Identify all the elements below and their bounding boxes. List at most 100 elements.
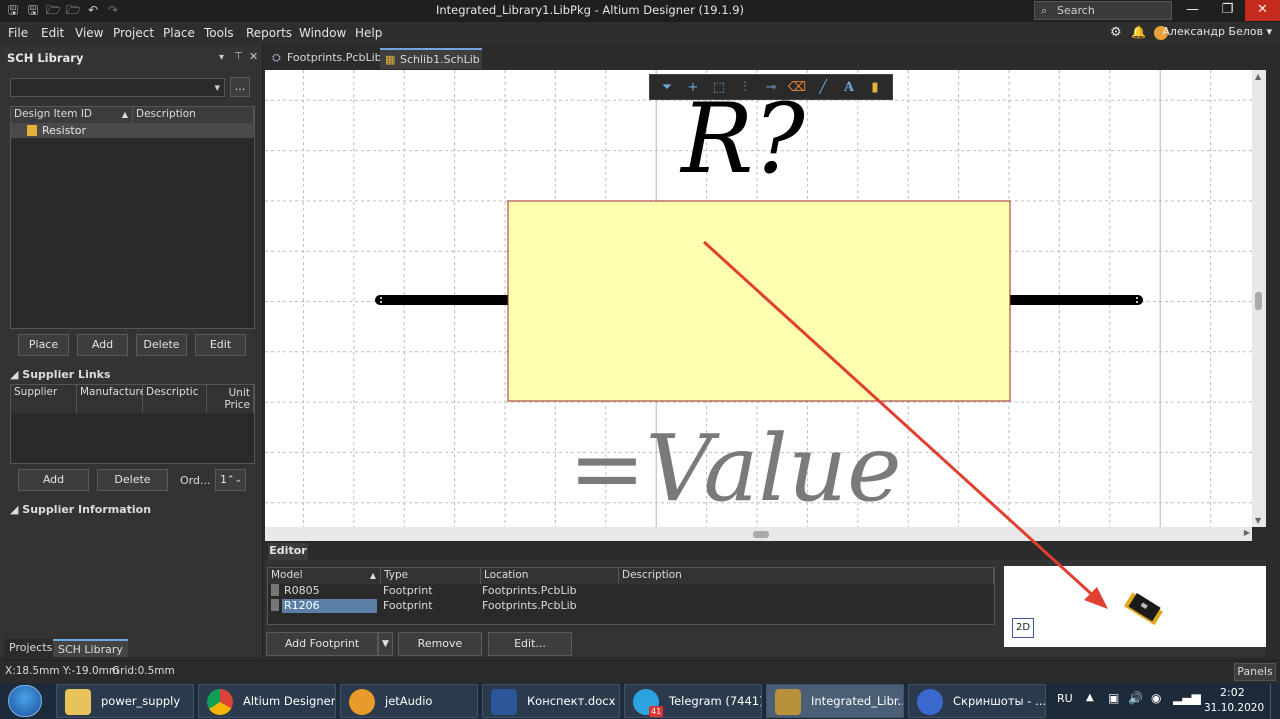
tab-schlib[interactable]: ▦ Schlib1.SchLib * [380,48,482,86]
menu-bar: File Edit View Project Place Tools Repor… [0,22,1280,44]
add-footprint-dropdown[interactable]: ▼ [378,632,393,656]
scroll-thumb[interactable] [1255,292,1262,310]
taskbar-app-word[interactable]: Конспект.docx ... [482,684,620,718]
order-stepper[interactable]: 1 ⌃⌄ [215,469,246,491]
add-footprint-button[interactable]: Add Footprint [266,632,378,656]
column-unit-price[interactable]: Unit Price [207,385,254,413]
notification-bell-icon[interactable]: 🔔 [1131,25,1146,39]
scroll-up-icon[interactable]: ▲ [1255,72,1261,81]
column-supplier[interactable]: Supplier [11,385,77,413]
column-manufacturer[interactable]: Manufacture [77,385,146,413]
align-icon[interactable]: ⫶ [732,80,758,95]
search-input[interactable]: ⌕ Search [1034,1,1172,20]
tray-device-icon[interactable]: ▣ [1108,691,1119,705]
pin-icon[interactable]: ⊤ [234,51,243,62]
language-indicator[interactable]: RU [1057,692,1073,705]
place-button[interactable]: Place [18,334,69,356]
filter-icon[interactable]: ⏷ [654,80,680,95]
add-button[interactable]: Add [77,334,128,356]
user-menu[interactable]: Александр Белов ▾ [1162,25,1272,38]
panels-button[interactable]: Panels [1234,663,1276,681]
clock-time[interactable]: 2:02 [1220,686,1245,699]
remove-button[interactable]: Remove [398,632,482,656]
supplier-add-button[interactable]: Add [18,469,89,491]
footprint-icon [271,584,279,596]
edit-button[interactable]: Edit [195,334,246,356]
tab-footprints-pcblib[interactable]: ⛭ Footprints.PcbLib [267,48,382,69]
stepper-arrows-icon[interactable]: ⌃⌄ [227,470,242,490]
2d-toggle-button[interactable]: 2D [1012,618,1034,638]
supplier-information-header[interactable]: ◢ Supplier Information [10,503,151,516]
close-panel-icon[interactable]: ✕ [249,50,258,63]
horizontal-scrollbar[interactable]: ▶ [265,527,1252,541]
taskbar-app-screenshots[interactable]: Скриншоты - ... [908,684,1046,718]
resistor-body[interactable] [507,200,1011,402]
list-item[interactable]: Resistor [11,123,254,138]
menu-view[interactable]: View [75,26,103,40]
chrome-icon [207,689,233,715]
select-rect-icon[interactable]: ⬚ [706,80,732,95]
close-button[interactable]: ✕ [1245,0,1280,21]
taskbar-app-jetaudio[interactable]: jetAudio [340,684,478,718]
menu-help[interactable]: Help [355,26,382,40]
supplier-links-table: Supplier Manufacture Descriptic Unit Pri… [10,384,255,464]
menu-file[interactable]: File [8,26,28,40]
column-description[interactable]: Description [619,568,994,584]
menu-place[interactable]: Place [163,26,195,40]
minimize-button[interactable]: — [1175,0,1210,21]
menu-window[interactable]: Window [299,26,346,40]
footprint-preview[interactable]: 2D [1004,566,1266,647]
menu-tools[interactable]: Tools [204,26,234,40]
tab-sch-library[interactable]: SCH Library [53,639,128,657]
place-pin-icon[interactable]: ⊸ [758,80,784,95]
gear-icon[interactable]: ⚙ [1110,25,1122,40]
edit-model-button[interactable]: Edit... [488,632,572,656]
start-button[interactable] [8,685,42,717]
library-filter-dropdown[interactable]: ▾ [10,78,225,97]
menu-project[interactable]: Project [113,26,154,40]
part-icon[interactable]: ▮ [862,80,888,95]
column-model[interactable]: Model ▲ [268,568,381,584]
panel-menu-chevron-icon[interactable]: ▾ [219,52,224,63]
text-icon[interactable]: A [836,80,862,95]
window-title: Integrated_Library1.LibPkg - Altium Desi… [435,3,745,17]
menu-edit[interactable]: Edit [41,26,64,40]
column-type[interactable]: Type [381,568,481,584]
column-design-item-id[interactable]: Design Item ID ▲ [11,107,133,123]
menu-reports[interactable]: Reports [246,26,292,40]
volume-icon[interactable]: 🔊 [1128,691,1143,705]
document-tabs: ⛭ Footprints.PcbLib ▦ Schlib1.SchLib * [264,47,1280,86]
taskbar-app-telegram[interactable]: 41 Telegram (7441) [624,684,762,718]
line-icon[interactable]: ╱ [810,80,836,95]
scroll-right-icon[interactable]: ▶ [1244,528,1250,537]
vertical-scrollbar[interactable]: ▲ ▼ [1252,70,1266,527]
column-location[interactable]: Location [481,568,619,584]
tab-editor[interactable]: Editor [268,543,308,560]
browse-button[interactable]: ... [230,77,250,97]
scroll-thumb[interactable] [753,531,769,538]
network-signal-icon[interactable]: ▂▄▆ [1173,691,1201,705]
column-description[interactable]: Descriptic [143,385,207,413]
scroll-down-icon[interactable]: ▼ [1255,516,1261,525]
tray-app-icon[interactable]: ◉ [1151,691,1161,705]
jetaudio-icon [349,689,375,715]
clock-date[interactable]: 31.10.2020 [1204,702,1264,714]
column-description[interactable]: Description [133,107,254,123]
delete-button[interactable]: Delete [136,334,187,356]
taskbar-app-chrome[interactable]: Altium Designer... [198,684,336,718]
move-icon[interactable]: + [680,80,706,95]
table-row[interactable]: R1206 Footprint Footprints.PcbLib [268,599,996,613]
tray-expand-icon[interactable]: ▲ [1086,692,1094,703]
maximize-button[interactable]: ❐ [1210,0,1245,21]
taskbar-app-power-supply[interactable]: power_supply [56,684,194,718]
eraser-icon[interactable]: ⌫ [784,80,810,95]
table-row[interactable]: R0805 Footprint Footprints.PcbLib [268,584,996,598]
supplier-links-header[interactable]: ◢ Supplier Links [10,368,111,381]
schematic-drawing[interactable]: R? =Value [265,70,1252,527]
tab-projects[interactable]: Projects [4,639,58,657]
supplier-delete-button[interactable]: Delete [97,469,168,491]
show-desktop-button[interactable] [1270,683,1280,719]
schematic-canvas[interactable]: R? =Value [265,70,1252,527]
taskbar-app-altium[interactable]: Integrated_Libr... [766,684,904,718]
value-text[interactable]: =Value [568,415,901,522]
